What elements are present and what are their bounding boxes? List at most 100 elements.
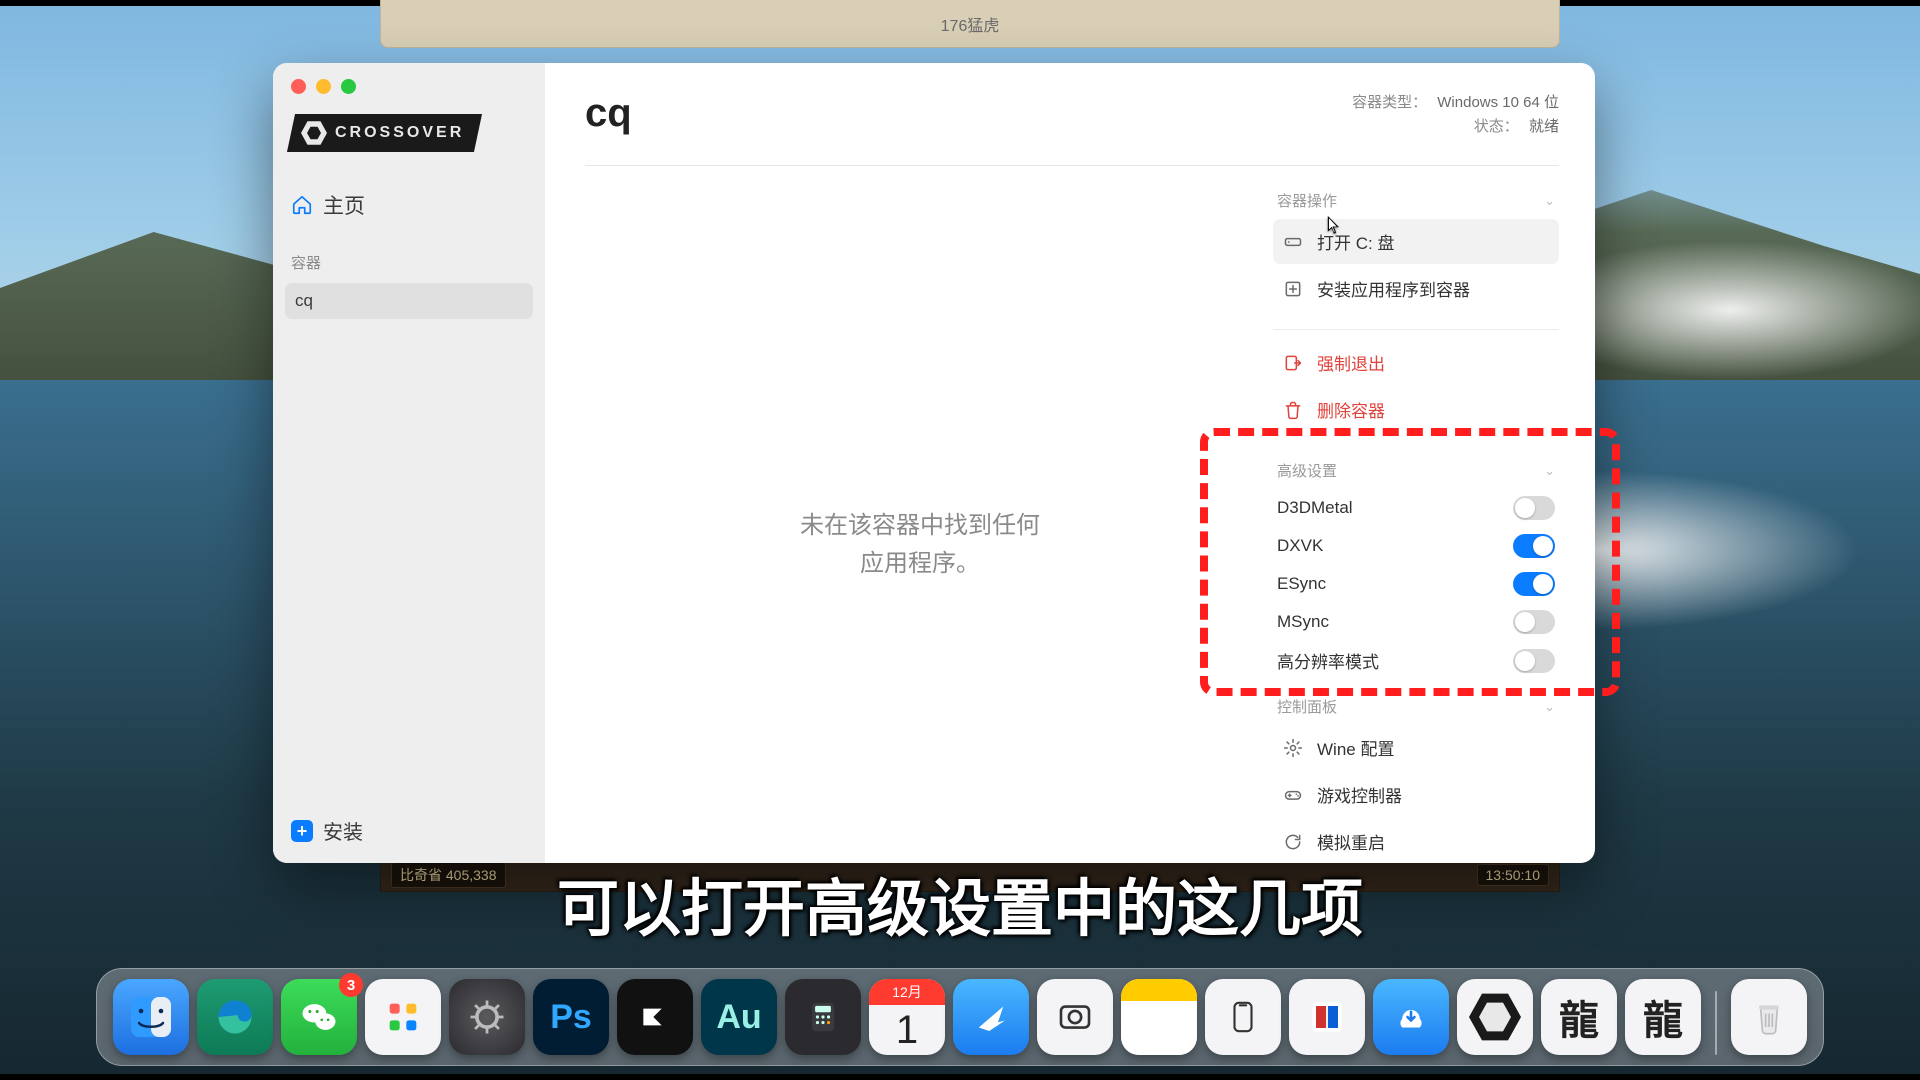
dock-app-finder[interactable] xyxy=(113,979,189,1055)
dock-app-game-1[interactable]: 龍 xyxy=(1541,979,1617,1055)
sidebar-item-label: 主页 xyxy=(323,190,365,220)
toggle-label: MSync xyxy=(1277,612,1329,632)
dock-badge: 3 xyxy=(339,973,363,997)
calendar-month: 12月 xyxy=(869,979,945,1005)
drive-icon xyxy=(1283,232,1303,252)
dock-app-downloader[interactable] xyxy=(1373,979,1449,1055)
main-pane: 未在该容器中找到任何 应用程序。 xyxy=(585,166,1255,863)
action-open-c-drive[interactable]: 打开 C: 盘 xyxy=(1273,219,1559,264)
switch-hidpi[interactable] xyxy=(1513,649,1555,673)
empty-state-line: 未在该容器中找到任何 xyxy=(800,507,1040,544)
window-zoom-button[interactable] xyxy=(341,79,356,94)
dock-app-notes[interactable] xyxy=(1121,979,1197,1055)
content-area: cq 容器类型： Windows 10 64 位 状态： 就绪 未在该容器中找到… xyxy=(545,63,1595,863)
meta-status-val: 就绪 xyxy=(1529,118,1559,135)
action-wine-config[interactable]: Wine 配置 xyxy=(1273,725,1559,770)
group-control-panel[interactable]: 控制面板 ⌄ xyxy=(1273,690,1559,725)
window-minimize-button[interactable] xyxy=(316,79,331,94)
dock-app-wechat[interactable]: 3 xyxy=(281,979,357,1055)
group-label: 控制面板 xyxy=(1277,696,1337,717)
sidebar-container-cq[interactable]: cq xyxy=(285,283,533,319)
dock-app-photoshop[interactable]: Ps xyxy=(533,979,609,1055)
dock-app-parallels[interactable] xyxy=(1289,979,1365,1055)
action-install-app[interactable]: 安装应用程序到容器 xyxy=(1273,266,1559,311)
right-panel: 容器操作 ⌄ 打开 C: 盘 xyxy=(1255,166,1559,863)
switch-d3dmetal[interactable] xyxy=(1513,496,1555,520)
background-window-titlebar[interactable]: 176猛虎 xyxy=(380,0,1560,48)
action-delete-container[interactable]: 删除容器 xyxy=(1273,387,1559,432)
switch-msync[interactable] xyxy=(1513,610,1555,634)
window-controls xyxy=(273,63,545,94)
action-label: 打开 C: 盘 xyxy=(1317,229,1394,254)
trash-icon xyxy=(1283,400,1303,420)
action-label: 模拟重启 xyxy=(1317,829,1385,854)
sidebar-section-containers: 容器 xyxy=(273,230,545,279)
sidebar-item-label: cq xyxy=(295,291,313,310)
dock-app-game-2[interactable]: 龍 xyxy=(1625,979,1701,1055)
window-close-button[interactable] xyxy=(291,79,306,94)
dock-trash[interactable] xyxy=(1731,979,1807,1055)
action-force-quit[interactable]: 强制退出 xyxy=(1273,340,1559,385)
app-logo-text: CROSSOVER xyxy=(335,124,464,142)
install-label: 安装 xyxy=(323,816,363,845)
chevron-down-icon: ⌄ xyxy=(1544,463,1555,479)
action-game-controller[interactable]: 游戏控制器 xyxy=(1273,772,1559,817)
dock-app-screenshot[interactable] xyxy=(1037,979,1113,1055)
group-container-ops[interactable]: 容器操作 ⌄ xyxy=(1273,184,1559,219)
dock-app-iphone-mirroring[interactable] xyxy=(1205,979,1281,1055)
dock-app-system-settings[interactable] xyxy=(449,979,525,1055)
game-location: 比奇省 405,338 xyxy=(391,862,506,888)
action-simulate-restart[interactable]: 模拟重启 xyxy=(1273,819,1559,863)
gamepad-icon xyxy=(1283,785,1303,805)
background-window-title: 176猛虎 xyxy=(941,12,1000,36)
dock-app-calculator[interactable] xyxy=(785,979,861,1055)
home-icon xyxy=(291,194,313,216)
dock-app-label: 龍 xyxy=(1643,988,1683,1046)
meta-type-val: Windows 10 64 位 xyxy=(1437,94,1559,111)
container-meta: 容器类型： Windows 10 64 位 状态： 就绪 xyxy=(1352,91,1559,139)
group-label: 容器操作 xyxy=(1277,190,1337,211)
crossover-hex-icon xyxy=(301,120,327,146)
action-label: 安装应用程序到容器 xyxy=(1317,276,1470,301)
dock-app-crossover[interactable] xyxy=(1457,979,1533,1055)
toggle-label: 高分辨率模式 xyxy=(1277,648,1379,673)
dock-app-launchpad[interactable] xyxy=(365,979,441,1055)
action-label: Wine 配置 xyxy=(1317,735,1394,760)
toggle-hidpi: 高分辨率模式 xyxy=(1273,641,1559,680)
toggle-msync: MSync xyxy=(1273,603,1559,641)
dock-app-thunderbird[interactable] xyxy=(953,979,1029,1055)
crossover-window: CROSSOVER 主页 容器 cq + 安装 cq xyxy=(273,63,1595,863)
separator xyxy=(1273,329,1559,330)
restart-icon xyxy=(1283,832,1303,852)
switch-dxvk[interactable] xyxy=(1513,534,1555,558)
toggle-label: D3DMetal xyxy=(1277,498,1353,518)
meta-status-key: 状态： xyxy=(1474,118,1519,135)
content-header: cq 容器类型： Windows 10 64 位 状态： 就绪 xyxy=(585,91,1559,165)
calendar-day: 1 xyxy=(869,1005,945,1055)
empty-state-message: 未在该容器中找到任何 应用程序。 xyxy=(800,507,1040,581)
toggle-dxvk: DXVK xyxy=(1273,527,1559,565)
letterbox xyxy=(0,1074,1920,1080)
dock-app-capcut[interactable] xyxy=(617,979,693,1055)
app-logo: CROSSOVER xyxy=(273,94,545,180)
dock-app-calendar[interactable]: 12月 1 xyxy=(869,979,945,1055)
empty-state-line: 应用程序。 xyxy=(800,545,1040,582)
desktop: 176猛虎 比奇省 405,338 13:50:10 CROSSOVER xyxy=(0,0,1920,1080)
install-button[interactable]: + 安装 xyxy=(273,800,545,863)
group-label: 高级设置 xyxy=(1277,460,1337,481)
dock-separator xyxy=(1715,991,1717,1055)
sidebar: CROSSOVER 主页 容器 cq + 安装 xyxy=(273,63,545,863)
toggle-d3dmetal: D3DMetal xyxy=(1273,489,1559,527)
meta-type-key: 容器类型： xyxy=(1352,94,1427,111)
sidebar-item-home[interactable]: 主页 xyxy=(273,180,545,230)
dock-app-audition[interactable]: Au xyxy=(701,979,777,1055)
action-label: 强制退出 xyxy=(1317,350,1385,375)
action-label: 游戏控制器 xyxy=(1317,782,1402,807)
dock: 3 Ps Au 12月 1 xyxy=(96,968,1824,1066)
install-icon xyxy=(1283,279,1303,299)
switch-esync[interactable] xyxy=(1513,572,1555,596)
group-advanced[interactable]: 高级设置 ⌄ xyxy=(1273,454,1559,489)
chevron-down-icon: ⌄ xyxy=(1544,193,1555,209)
plus-icon: + xyxy=(291,820,313,842)
dock-app-edge[interactable] xyxy=(197,979,273,1055)
